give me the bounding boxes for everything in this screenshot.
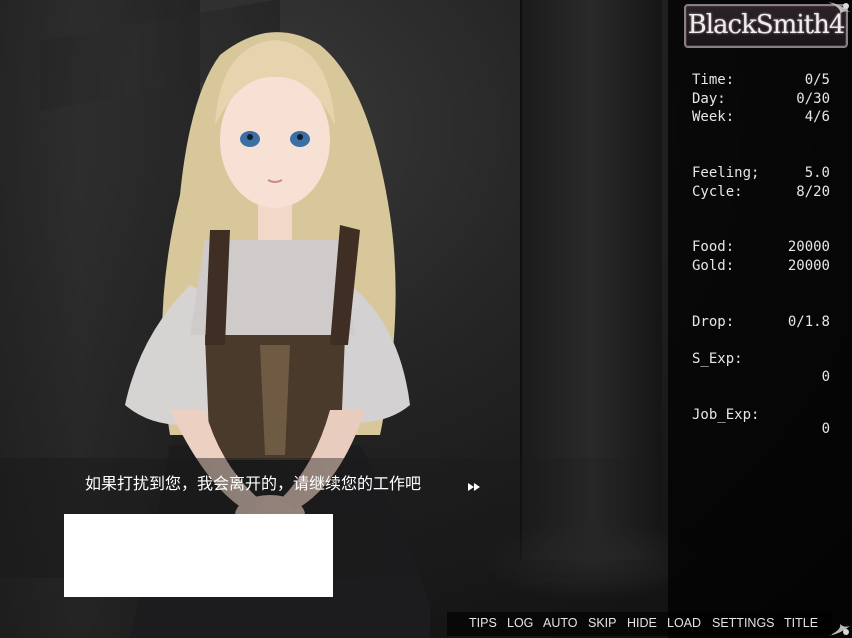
stat-day: Day: 0/30: [692, 91, 830, 111]
stat-value: 4/6: [804, 109, 830, 125]
stat-s-exp-value: 0: [692, 369, 830, 389]
ornament-corner-icon: [828, 2, 850, 14]
stat-feeling: Feeling; 5.0: [692, 165, 830, 185]
stat-value: 20000: [787, 258, 830, 274]
menu-auto-button[interactable]: AUTO: [543, 616, 578, 630]
stat-job-exp-value: 0: [692, 421, 830, 441]
menu-settings-button[interactable]: SETTINGS: [712, 616, 775, 630]
game-logo-text: BlackSmith4: [687, 10, 846, 40]
menu-skip-button[interactable]: SKIP: [588, 616, 617, 630]
stat-gold: Gold: 20000: [692, 258, 830, 278]
stat-label: Drop:: [692, 314, 735, 330]
game-logo: BlackSmith4: [684, 4, 848, 48]
stat-value: 0: [821, 369, 830, 385]
menu-hide-button[interactable]: HIDE: [627, 616, 657, 630]
stat-cycle: Cycle: 8/20: [692, 184, 830, 204]
stat-food: Food: 20000: [692, 239, 830, 259]
stat-label: Time:: [692, 72, 735, 88]
redaction-box: [64, 514, 333, 597]
stat-label: Cycle:: [692, 184, 743, 200]
stat-s-exp-label: S_Exp:: [692, 351, 830, 371]
stat-label: Food:: [692, 239, 735, 255]
stat-value: 5.0: [804, 165, 830, 181]
stat-label: Day:: [692, 91, 726, 107]
stat-drop: Drop: 0/1.8: [692, 314, 830, 334]
stat-label: S_Exp:: [692, 351, 743, 367]
menu-log-button[interactable]: LOG: [507, 616, 533, 630]
stat-value: 0: [821, 421, 830, 437]
fast-forward-icon[interactable]: [467, 482, 481, 492]
stat-label: Gold:: [692, 258, 735, 274]
stat-week: Week: 4/6: [692, 109, 830, 129]
menu-title-button[interactable]: TITLE: [784, 616, 818, 630]
stat-label: Feeling;: [692, 165, 760, 181]
stat-value: 20000: [787, 239, 830, 255]
stat-time: Time: 0/5: [692, 72, 830, 92]
stat-value: 0/5: [804, 72, 830, 88]
menu-tips-button[interactable]: TIPS: [469, 616, 497, 630]
stat-label: Week:: [692, 109, 735, 125]
dialog-text: 如果打扰到您，我会离开的，请继续您的工作吧: [85, 474, 422, 493]
stat-value: 0/1.8: [787, 314, 830, 330]
stat-value: 0/30: [796, 91, 830, 107]
menu-load-button[interactable]: LOAD: [667, 616, 701, 630]
stat-value: 8/20: [796, 184, 830, 200]
